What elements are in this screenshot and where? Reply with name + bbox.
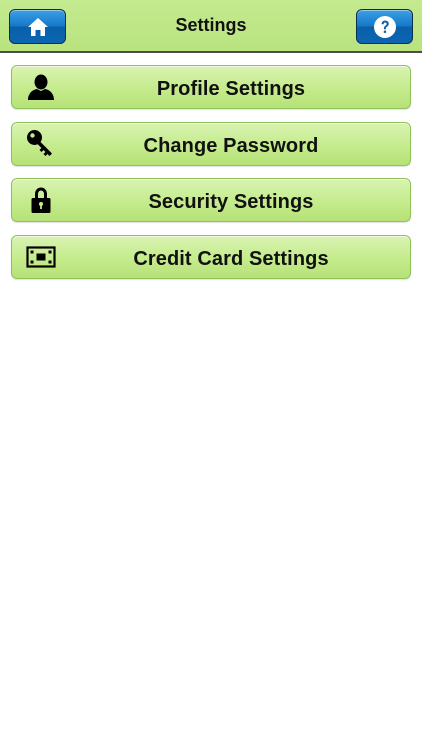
settings-screen: Settings Profile Settings Change Passwor… bbox=[0, 0, 422, 750]
menu-item-label: Change Password bbox=[143, 134, 319, 157]
change-password-button[interactable]: Change Password bbox=[11, 121, 411, 166]
help-button[interactable] bbox=[356, 9, 413, 44]
help-icon bbox=[373, 15, 396, 38]
profile-settings-button[interactable]: Profile Settings bbox=[11, 65, 411, 109]
settings-menu: Profile Settings Change Password Securit… bbox=[11, 65, 411, 291]
menu-item-label: Security Settings bbox=[148, 191, 314, 213]
menu-item-label: Profile Settings bbox=[156, 78, 306, 100]
credit-card-settings-button[interactable]: Credit Card Settings bbox=[11, 234, 411, 279]
menu-item-label: Credit Card Settings bbox=[133, 247, 329, 270]
security-settings-button[interactable]: Security Settings bbox=[11, 178, 411, 222]
header-bar: Settings bbox=[0, 0, 422, 53]
